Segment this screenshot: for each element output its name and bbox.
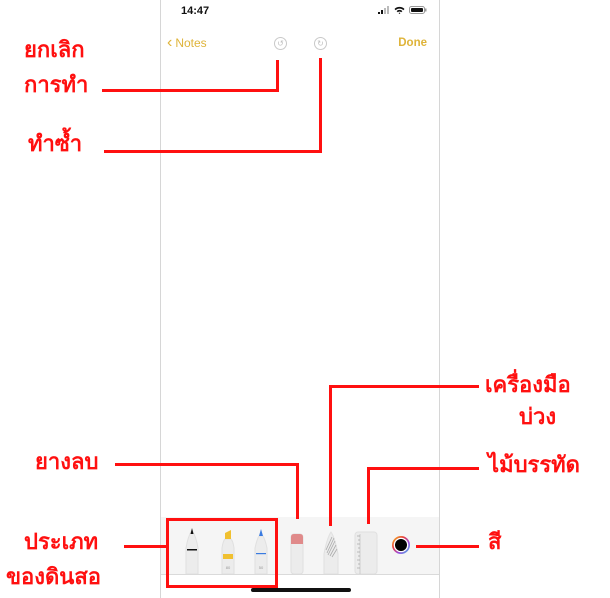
back-button[interactable]: ‹ Notes — [167, 34, 207, 51]
pencil-icon[interactable]: 50 — [252, 526, 270, 574]
annotation-eraser: ยางลบ — [35, 450, 99, 475]
pencil-box-bottom — [166, 585, 278, 588]
eraser-icon[interactable] — [288, 526, 306, 574]
status-icons — [378, 6, 427, 14]
status-time: 14:47 — [181, 5, 210, 17]
annotation-redo-line-h — [104, 150, 322, 153]
annotation-color: สี — [488, 530, 502, 555]
redo-icon: ↻ — [317, 39, 324, 48]
done-button[interactable]: Done — [398, 37, 427, 49]
pen-icon[interactable] — [183, 526, 201, 574]
annotation-ruler: ไม้บรรทัด — [488, 453, 580, 478]
annotation-undo-line1: ยกเลิก — [24, 38, 85, 63]
annotation-lasso-line1: เครื่องมือ — [485, 373, 571, 398]
annotation-lasso-line2: บ่วง — [519, 405, 557, 430]
annotation-pencil-types-line2: ของดินสอ — [6, 565, 101, 590]
annotation-lasso-line-v — [329, 385, 332, 526]
signal-icon — [378, 6, 389, 14]
undo-button[interactable]: ↺ — [274, 37, 287, 50]
pencil-box-left — [166, 518, 169, 588]
annotation-redo-line-v — [319, 58, 322, 153]
annotation-pencil-types-line1: ประเภท — [24, 530, 99, 555]
annotation-ruler-line-h — [367, 467, 479, 470]
annotation-eraser-line-h — [115, 463, 299, 466]
redo-button[interactable]: ↻ — [314, 37, 327, 50]
annotation-undo-line-h — [102, 89, 279, 92]
pencil-box-right — [275, 518, 278, 588]
marker-icon[interactable]: 80 — [219, 526, 237, 574]
lasso-icon[interactable] — [321, 526, 341, 574]
undo-icon: ↺ — [277, 39, 284, 48]
marker-size-label: 80 — [226, 565, 231, 570]
back-label: Notes — [175, 36, 207, 50]
annotation-eraser-line-v — [296, 463, 299, 519]
annotation-undo-line2: การทำ — [24, 73, 89, 98]
home-indicator[interactable] — [251, 588, 351, 592]
annotation-undo-line-v — [276, 60, 279, 92]
drawing-toolbar: 80 50 — [161, 517, 439, 575]
annotation-color-line — [416, 545, 479, 548]
annotation-pencil-types-line — [124, 545, 169, 548]
pencil-size-label: 50 — [259, 565, 264, 570]
battery-icon — [409, 6, 427, 14]
ruler-icon[interactable] — [353, 526, 379, 574]
chevron-left-icon: ‹ — [167, 34, 173, 51]
wifi-icon — [394, 6, 405, 14]
pencil-box-top — [166, 518, 278, 521]
annotation-redo: ทำซ้ำ — [28, 132, 83, 157]
annotation-ruler-line-v — [367, 467, 370, 524]
annotation-lasso-line-h — [329, 385, 479, 388]
color-wheel-icon[interactable] — [391, 535, 411, 555]
selected-color-swatch — [395, 539, 407, 551]
